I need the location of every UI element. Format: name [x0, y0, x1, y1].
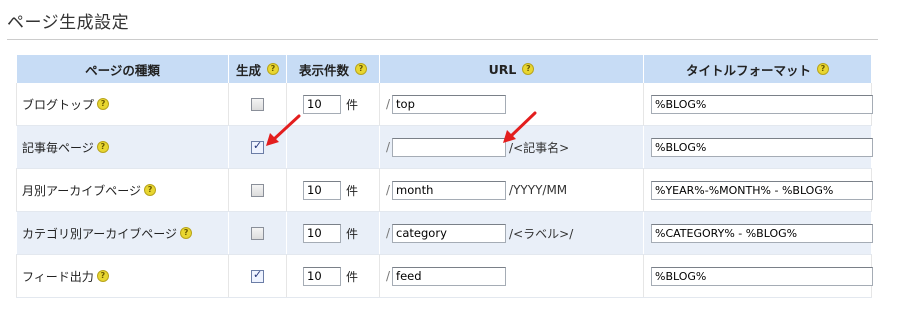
generate-checkbox[interactable]: ✓	[251, 268, 264, 283]
header-generate-label: 生成	[235, 62, 261, 78]
page-type-label: カテゴリ別アーカイブページ	[22, 226, 178, 241]
help-icon[interactable]: ?	[97, 98, 110, 110]
page-title: ページ生成設定	[7, 13, 130, 33]
count-unit: 件	[346, 269, 359, 284]
url-suffix: /<ラベル>/	[509, 226, 574, 241]
url-input[interactable]	[392, 180, 507, 200]
header-url: URL?	[379, 55, 644, 83]
help-icon[interactable]: ?	[96, 141, 109, 153]
page-settings-table: ページの種類 生成? 表示件数? URL? タイトルフォーマット? ブログトップ…	[16, 55, 873, 298]
generate-checkbox[interactable]	[251, 184, 264, 197]
url-slash: /	[386, 97, 391, 111]
url-slash: /	[386, 183, 391, 197]
header-type: ページの種類	[16, 55, 229, 83]
header-title-format: タイトルフォーマット?	[643, 55, 872, 83]
count-cell: 件	[286, 211, 380, 255]
generate-cell	[228, 83, 287, 126]
title-format-input[interactable]	[651, 137, 873, 157]
count-input[interactable]	[303, 266, 341, 286]
generate-cell	[228, 168, 287, 212]
title-cell	[643, 168, 873, 212]
title-cell	[643, 211, 873, 255]
title-cell	[643, 83, 873, 126]
header-url-label: URL	[488, 61, 517, 77]
url-cell: / /<記事名>	[379, 125, 644, 169]
title-format-input[interactable]	[651, 266, 873, 286]
title-format-input[interactable]	[651, 94, 873, 114]
count-unit: 件	[346, 226, 359, 241]
url-cell: /	[379, 83, 644, 126]
header-type-label: ページの種類	[85, 62, 160, 78]
url-cell: / /YYYY/MM	[379, 168, 644, 212]
header-generate: 生成?	[228, 55, 287, 83]
count-unit: 件	[346, 183, 359, 198]
title-divider	[7, 39, 878, 40]
table-row: ブログトップ? 件 /	[16, 83, 873, 126]
url-slash: /	[386, 226, 391, 240]
generate-cell: ✓	[228, 254, 287, 298]
table-row: カテゴリ別アーカイブページ? 件 / /<ラベル>/	[16, 211, 873, 255]
generate-checkbox[interactable]: ✓	[251, 139, 264, 154]
url-cell: /	[379, 254, 644, 298]
help-icon[interactable]: ?	[267, 63, 279, 75]
count-cell: 件	[286, 83, 380, 126]
page-type-label: ブログトップ	[22, 97, 95, 112]
url-suffix: /<記事名>	[509, 140, 570, 155]
title-format-input[interactable]	[651, 180, 873, 200]
generate-cell: ✓	[228, 125, 287, 169]
help-icon[interactable]: ?	[144, 184, 157, 196]
count-unit: 件	[346, 97, 359, 112]
header-title-format-label: タイトルフォーマット	[685, 62, 811, 78]
check-icon: ✓	[253, 268, 263, 281]
count-input[interactable]	[303, 223, 341, 243]
count-input[interactable]	[303, 180, 341, 200]
type-cell: カテゴリ別アーカイブページ?	[16, 211, 229, 255]
page-type-label: フィード出力	[22, 269, 94, 284]
url-slash: /	[386, 140, 391, 154]
generate-cell	[228, 211, 287, 255]
url-input[interactable]	[392, 94, 507, 114]
url-input[interactable]	[392, 137, 507, 157]
type-cell: 月別アーカイブページ?	[16, 168, 229, 212]
help-icon[interactable]: ?	[180, 227, 193, 239]
url-suffix: /YYYY/MM	[509, 183, 568, 197]
table-row: フィード出力? ✓ 件 /	[16, 254, 873, 298]
help-icon[interactable]: ?	[355, 63, 367, 75]
type-cell: 記事毎ページ?	[16, 125, 229, 169]
page-type-label: 月別アーカイブページ	[22, 183, 142, 198]
type-cell: フィード出力?	[16, 254, 229, 298]
help-icon[interactable]: ?	[817, 63, 829, 75]
type-cell: ブログトップ?	[16, 83, 229, 126]
page-type-label: 記事毎ページ	[22, 140, 94, 155]
url-cell: / /<ラベル>/	[379, 211, 644, 255]
table-row: 記事毎ページ? ✓ / /<記事名>	[16, 125, 873, 169]
url-input[interactable]	[392, 266, 507, 286]
help-icon[interactable]: ?	[522, 63, 535, 75]
check-icon: ✓	[253, 139, 263, 152]
title-cell	[643, 125, 873, 169]
count-input[interactable]	[303, 94, 341, 114]
url-input[interactable]	[392, 223, 507, 243]
count-cell: 件	[286, 168, 380, 212]
count-cell: 件	[286, 254, 380, 298]
header-count: 表示件数?	[286, 55, 380, 83]
generate-checkbox[interactable]	[251, 227, 264, 240]
table-header-row: ページの種類 生成? 表示件数? URL? タイトルフォーマット?	[16, 55, 872, 83]
url-slash: /	[386, 269, 391, 283]
count-cell	[286, 125, 380, 169]
header-count-label: 表示件数	[298, 62, 349, 78]
title-cell	[643, 254, 873, 298]
table-row: 月別アーカイブページ? 件 / /YYYY/MM	[16, 168, 873, 212]
title-format-input[interactable]	[651, 223, 873, 243]
help-icon[interactable]: ?	[96, 270, 109, 282]
generate-checkbox[interactable]	[251, 98, 264, 111]
